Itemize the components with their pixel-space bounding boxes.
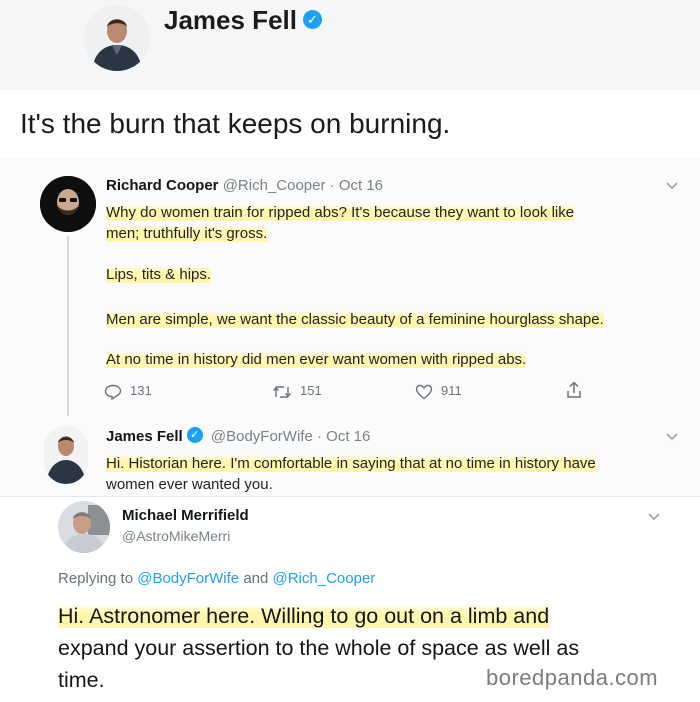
tweet1-text-line: Why do women train for ripped abs? It's …	[106, 202, 696, 223]
tweet1-text-line: Men are simple, we want the classic beau…	[106, 309, 700, 330]
tweet1-handle[interactable]: @Rich_Cooper	[223, 177, 326, 194]
retweet-button[interactable]: 151	[272, 383, 322, 399]
watermark: boredpanda.com	[486, 665, 659, 690]
tweet3-author-name[interactable]: Michael Merrifield	[122, 507, 249, 524]
replying-to-link[interactable]: @Rich_Cooper	[273, 570, 376, 587]
retweet-icon	[273, 385, 291, 398]
tweet2-author-name[interactable]: James Fell	[106, 428, 183, 445]
reply-icon	[104, 384, 122, 400]
top-author-label: James Fell	[164, 5, 297, 35]
tweet1-date[interactable]: Oct 16	[339, 177, 383, 194]
chevron-down-icon[interactable]	[648, 508, 660, 524]
share-button[interactable]	[566, 381, 590, 399]
tweet1-line5: At no time in history did men ever want …	[106, 351, 527, 368]
tweet3-line2: expand your assertion to the whole of sp…	[58, 636, 580, 660]
tweet2-date[interactable]: Oct 16	[326, 428, 370, 445]
james-fell-avatar[interactable]	[84, 5, 150, 71]
tweet3-line3: time.	[58, 668, 105, 692]
like-button[interactable]: 911	[415, 383, 462, 400]
tweet3-line1: Hi. Astronomer here. Willing to go out o…	[58, 604, 550, 628]
tweet1-text-line: men; truthfully it's gross.	[106, 223, 696, 244]
tweet1-header: Richard Cooper @Rich_Cooper · Oct 16	[106, 177, 383, 194]
retweet-count: 151	[300, 383, 322, 398]
chevron-down-icon[interactable]	[666, 428, 678, 444]
tweet1-line4: Men are simple, we want the classic beau…	[106, 311, 604, 328]
tweet2-text-line: women ever wanted you.	[106, 474, 696, 495]
tweet1-line1: Why do women train for ripped abs? It's …	[106, 204, 575, 221]
tweet2-header: James Fell ✓ @BodyForWife · Oct 16	[106, 427, 370, 445]
thread-line	[67, 236, 69, 416]
richard-cooper-avatar[interactable]	[40, 176, 96, 232]
tweet3-text-line: expand your assertion to the whole of sp…	[58, 632, 579, 664]
reply-count: 131	[130, 383, 152, 398]
tweet2-text-line: Hi. Historian here. I'm comfortable in s…	[106, 453, 696, 474]
tweet1-separator: ·	[329, 177, 335, 194]
verified-badge-icon: ✓	[186, 427, 203, 444]
replying-to-link[interactable]: @BodyForWife	[137, 570, 239, 587]
tweet1-line3: Lips, tits & hips.	[106, 266, 212, 283]
post-caption: It's the burn that keeps on burning.	[20, 108, 451, 139]
share-icon	[567, 381, 581, 398]
tweet1-author-name[interactable]: Richard Cooper	[106, 177, 219, 194]
tweet3-text-line: time.	[58, 664, 105, 696]
heart-icon	[415, 384, 433, 399]
tweet2-line2: women ever wanted you.	[106, 476, 273, 493]
tweet1-text-line: Lips, tits & hips.	[106, 264, 696, 285]
tweet3-text-line: Hi. Astronomer here. Willing to go out o…	[58, 600, 550, 632]
michael-merrifield-avatar[interactable]	[58, 501, 110, 553]
reply-button[interactable]: 131	[104, 383, 152, 400]
tweet2-line1: Hi. Historian here. I'm comfortable in s…	[106, 455, 596, 472]
tweet2-separator: ·	[316, 428, 322, 445]
like-count: 911	[441, 383, 462, 398]
james-fell-reply-avatar[interactable]	[44, 426, 88, 484]
tweet2-handle[interactable]: @BodyForWife	[211, 428, 313, 445]
tweet3-handle[interactable]: @AstroMikeMerri	[122, 528, 230, 544]
replying-to: Replying to @BodyForWife and @Rich_Coope…	[58, 570, 375, 587]
chevron-down-icon[interactable]	[666, 177, 678, 193]
tweet1-line2: men; truthfully it's gross.	[106, 225, 268, 242]
top-author-name[interactable]: James Fell ✓	[164, 5, 322, 36]
tweet1-text-line: At no time in history did men ever want …	[106, 349, 700, 370]
replying-to-and: and	[243, 570, 269, 587]
verified-badge-icon: ✓	[302, 9, 322, 29]
replying-to-label: Replying to	[58, 570, 134, 587]
